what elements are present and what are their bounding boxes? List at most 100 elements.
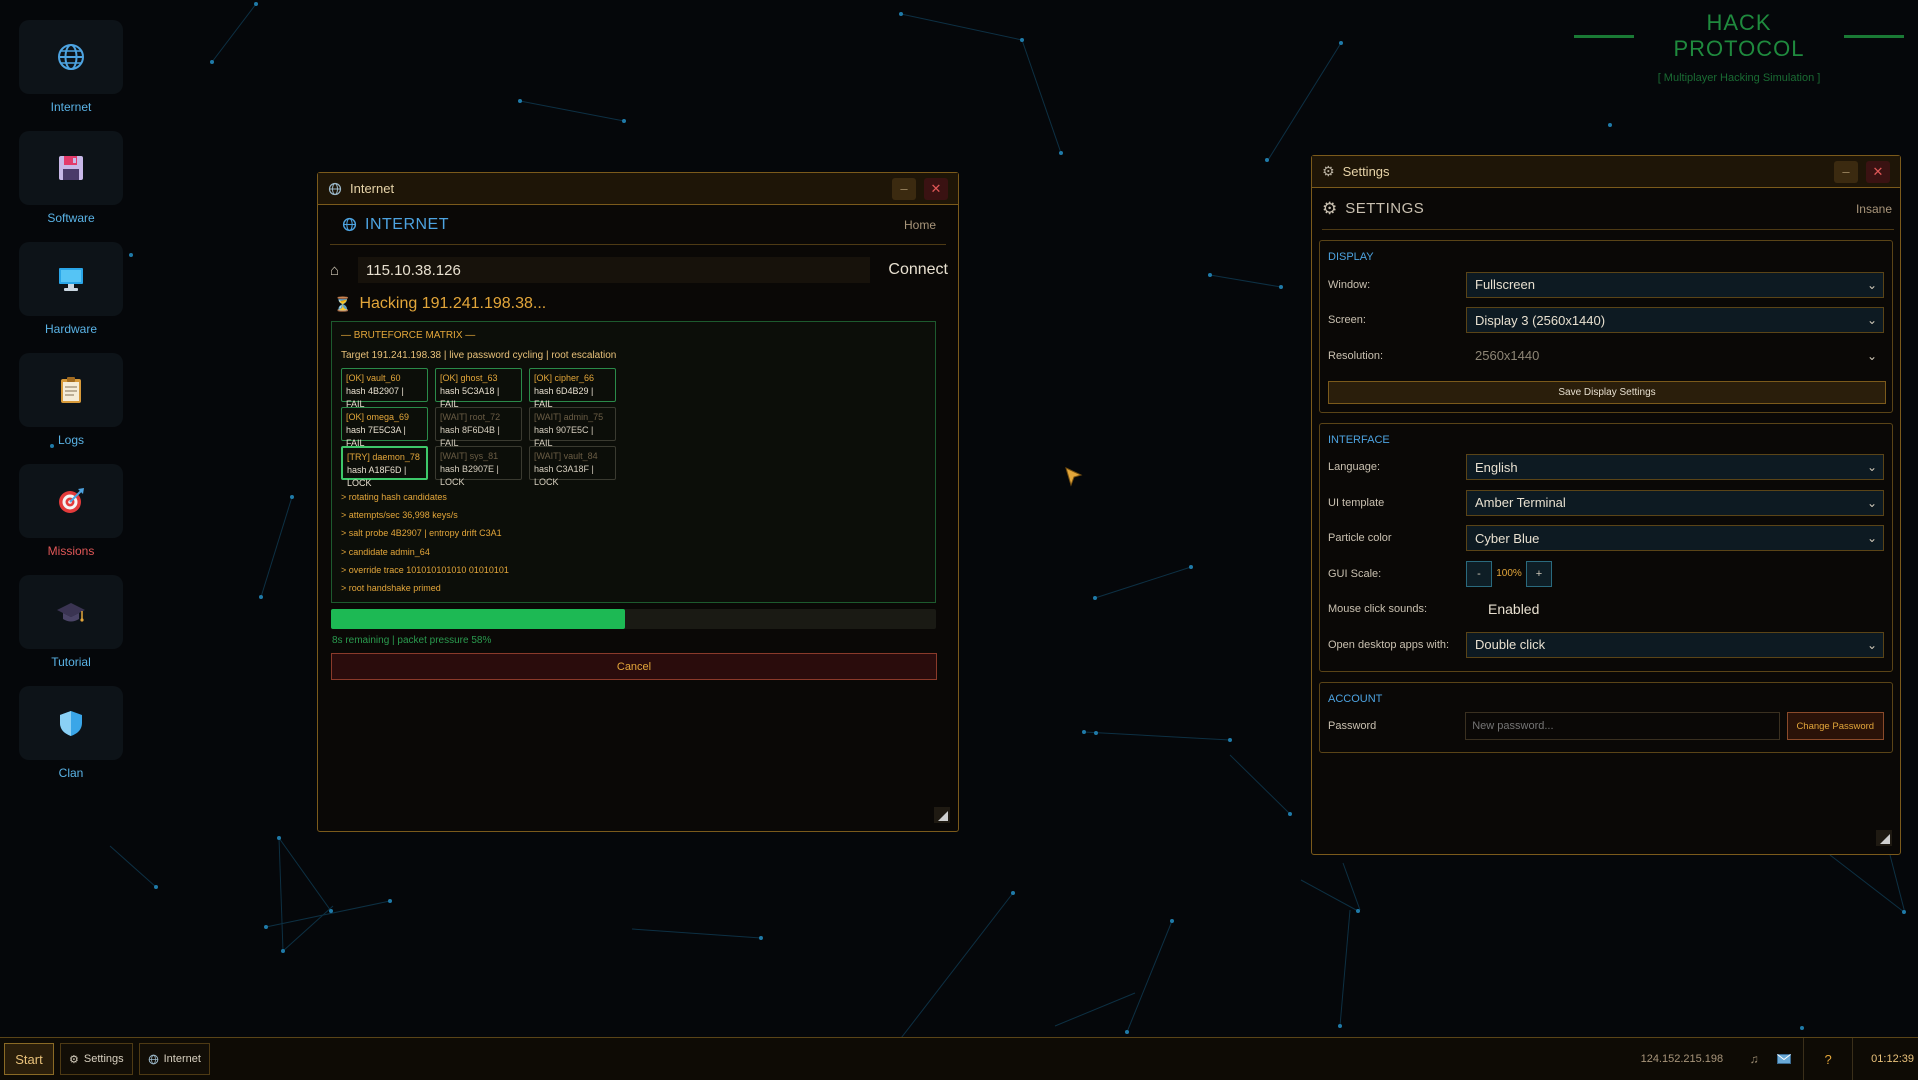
matrix-cell: [OK] vault_60 hash 4B2907 | FAIL (341, 368, 428, 409)
desktop-icon-missions[interactable]: Missions (19, 464, 123, 558)
chevron-down-icon: ⌄ (1866, 637, 1877, 652)
desktop-icon-tutorial[interactable]: Tutorial (19, 575, 123, 669)
cancel-button[interactable]: Cancel (331, 653, 937, 680)
address-input[interactable] (358, 257, 870, 283)
desktop-icon-label: Tutorial (51, 655, 91, 669)
desktop-icon-hardware[interactable]: Hardware (19, 242, 123, 336)
desktop-icon-label: Logs (57, 433, 85, 447)
click-sounds-checkbox[interactable] (1466, 602, 1480, 617)
resize-handle[interactable] (934, 807, 950, 823)
hourglass-icon: ⏳ (334, 295, 352, 312)
cell-hash: hash B2907E | LOCK (440, 464, 499, 487)
language-select[interactable]: English ⌄ (1466, 454, 1884, 481)
matrix-title: — BRUTEFORCE MATRIX — (341, 330, 476, 341)
language-row: Language: English ⌄ (1328, 450, 1884, 486)
matrix-cell: [WAIT] vault_84 hash C3A18F | LOCK (529, 446, 616, 487)
desktop-icon-internet[interactable]: Internet (19, 20, 123, 114)
home-link[interactable]: Home (904, 218, 936, 232)
address-bar: ⌂ Connect (330, 257, 948, 283)
cursor-arrow-icon (1065, 467, 1083, 487)
chevron-down-icon: ⌄ (1866, 348, 1877, 363)
window-mode-select[interactable]: Fullscreen ⌄ (1466, 271, 1884, 298)
desktop-icon-software[interactable]: Software (19, 131, 123, 225)
cell-name: [OK] omega_69 (346, 412, 410, 422)
start-button[interactable]: Start (4, 1043, 54, 1075)
chevron-down-icon: ⌄ (1866, 460, 1877, 475)
window-mode-row: Window: Fullscreen ⌄ (1328, 267, 1884, 303)
desktop-icon-clan[interactable]: Clan (19, 686, 123, 780)
select-value: Fullscreen (1475, 277, 1535, 293)
select-value: Cyber Blue (1475, 530, 1540, 546)
scale-decrease-button[interactable]: - (1466, 560, 1492, 587)
divider (1803, 1037, 1805, 1080)
matrix-cell: [OK] cipher_66 hash 6D4B29 | FAIL (529, 368, 616, 409)
select-value: Amber Terminal (1475, 495, 1566, 511)
brand-subtitle: [ Multiplayer Hacking Simulation ] (1657, 72, 1821, 84)
ui-template-select[interactable]: Amber Terminal ⌄ (1466, 489, 1884, 516)
resolution-select[interactable]: 2560x1440 ⌄ (1466, 342, 1884, 369)
minimize-button[interactable]: – (1834, 160, 1858, 183)
home-icon[interactable]: ⌂ (330, 262, 350, 279)
chevron-down-icon: ⌄ (1866, 531, 1877, 546)
taskbar-item-label: Internet (163, 1053, 201, 1065)
shield-icon (60, 711, 82, 736)
ip-address: 124.152.215.198 (1640, 1053, 1724, 1065)
interface-section: INTERFACE Language: English ⌄ UI templat… (1319, 422, 1893, 672)
window-titlebar[interactable]: Internet – ✕ (318, 173, 958, 205)
window-title: Settings (1342, 164, 1390, 179)
select-value: Display 3 (2560x1440) (1475, 312, 1606, 328)
field-label: Particle color (1328, 532, 1392, 545)
field-label: Window: (1328, 278, 1371, 291)
screen-select[interactable]: Display 3 (2560x1440) ⌄ (1466, 307, 1884, 334)
save-display-settings-button[interactable]: Save Display Settings (1328, 380, 1886, 404)
music-note-icon[interactable]: ♫ (1739, 1052, 1769, 1066)
taskbar: Start ⚙ Settings Internet 124.152.215.19… (0, 1037, 1918, 1080)
close-button[interactable]: ✕ (1866, 160, 1890, 183)
open-apps-row: Open desktop apps with: Double click ⌄ (1328, 627, 1884, 663)
particle-color-select[interactable]: Cyber Blue ⌄ (1466, 525, 1884, 552)
globe-icon (58, 44, 84, 70)
taskbar-item-settings[interactable]: ⚙ Settings (60, 1043, 133, 1075)
field-label: Screen: (1328, 314, 1366, 327)
settings-window[interactable]: ⚙ Settings – ✕ ⚙ SETTINGS Insane DISPLAY… (1311, 155, 1901, 855)
change-password-button[interactable]: Change Password (1786, 712, 1884, 741)
matrix-cell: [WAIT] root_72 hash 8F6D4B | FAIL (435, 407, 522, 448)
scale-increase-button[interactable]: + (1526, 560, 1552, 587)
bruteforce-matrix: — BRUTEFORCE MATRIX — Target 191.241.198… (331, 321, 936, 603)
open-apps-select[interactable]: Double click ⌄ (1466, 631, 1884, 658)
globe-icon (148, 1054, 158, 1064)
section-title: ACCOUNT (1328, 692, 1383, 705)
matrix-cell: [WAIT] sys_81 hash B2907E | LOCK (435, 446, 522, 487)
help-button[interactable]: ? (1808, 1052, 1848, 1067)
screen-row: Screen: Display 3 (2560x1440) ⌄ (1328, 303, 1884, 339)
new-password-input[interactable] (1465, 712, 1780, 741)
desktop-icon-label: Missions (47, 544, 95, 558)
checkbox-label: Enabled (1488, 601, 1540, 618)
field-label: Mouse click sounds: (1328, 603, 1428, 616)
resize-handle[interactable] (1876, 830, 1892, 846)
log-line: > override trace 101010101010 01010101 (341, 564, 509, 575)
brand-bar-right (1844, 34, 1905, 38)
close-button[interactable]: ✕ (924, 177, 948, 200)
cell-name: [TRY] daemon_78 (347, 452, 420, 462)
taskbar-item-internet[interactable]: Internet (138, 1043, 210, 1075)
brand-logo: HACK PROTOCOL [ Multiplayer Hacking Simu… (1574, 10, 1905, 84)
password-row: Password Change Password (1328, 709, 1884, 745)
brand-bar-left (1574, 34, 1634, 38)
page-title: SETTINGS (1345, 200, 1425, 217)
connect-button[interactable]: Connect (888, 261, 948, 279)
globe-icon (342, 217, 357, 232)
page-title: INTERNET (365, 215, 449, 233)
matrix-grid: [OK] vault_60 hash 4B2907 | FAIL [OK] gho… (341, 368, 926, 488)
hacking-status-text: Hacking 191.241.198.38... (359, 295, 547, 312)
chevron-down-icon: ⌄ (1866, 313, 1877, 328)
internet-window[interactable]: Internet – ✕ INTERNET Home ⌂ Connect ⏳ H… (317, 172, 959, 832)
minimize-button[interactable]: – (892, 177, 916, 200)
click-sounds-row: Mouse click sounds: Enabled (1328, 592, 1884, 628)
mail-icon[interactable] (1769, 1054, 1799, 1064)
window-titlebar[interactable]: ⚙ Settings – ✕ (1312, 156, 1900, 188)
cell-name: [WAIT] root_72 (440, 412, 501, 422)
monitor-icon (59, 268, 83, 291)
section-title: DISPLAY (1328, 251, 1374, 263)
desktop-icon-logs[interactable]: Logs (19, 353, 123, 447)
